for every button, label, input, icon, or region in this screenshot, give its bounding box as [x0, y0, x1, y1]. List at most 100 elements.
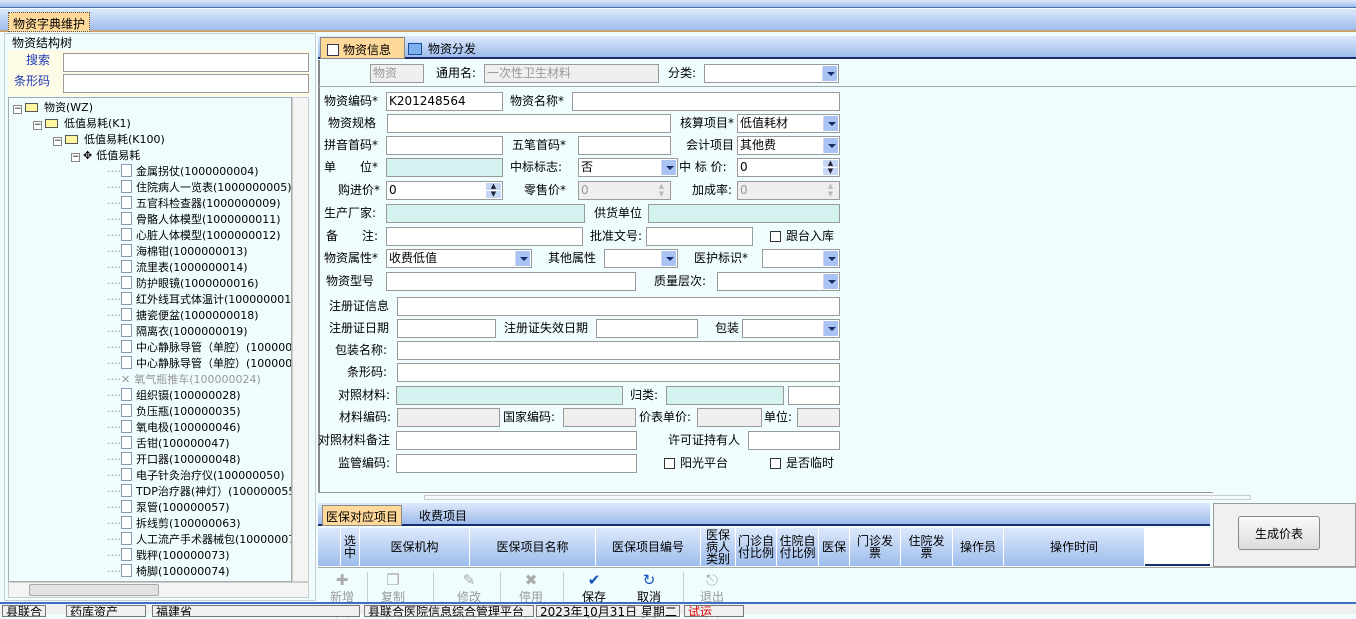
tree-node[interactable]: ···· 泵管(100000057)	[107, 500, 230, 516]
tree-node[interactable]: − 物资(WZ)	[13, 100, 93, 116]
chevron-down-icon[interactable]	[661, 251, 676, 266]
chevron-down-icon[interactable]	[823, 138, 838, 153]
column-header[interactable]: 医保病人类别	[701, 528, 736, 566]
model-field[interactable]	[386, 272, 636, 291]
tree-node[interactable]: ···· 中心静脉导管（单腔）(1000000	[107, 340, 291, 356]
ref-note-field[interactable]	[396, 431, 637, 450]
bid-flag-select[interactable]: 否	[578, 158, 678, 177]
pack-name-field[interactable]	[397, 341, 840, 360]
wubi-field[interactable]	[578, 136, 671, 155]
collapse-icon[interactable]: −	[71, 153, 80, 162]
class-extra-field[interactable]	[788, 386, 840, 405]
supplier-field[interactable]	[648, 204, 840, 223]
reg-info-field[interactable]	[397, 297, 840, 316]
temp-checkbox[interactable]	[770, 458, 781, 469]
tree-node[interactable]: ···· 海棉钳(1000000013)	[107, 244, 248, 260]
tree-node[interactable]: ···· 舌钳(100000047)	[107, 436, 230, 452]
search-input[interactable]	[63, 53, 309, 72]
generate-price-list-button[interactable]: 生成价表	[1238, 516, 1320, 550]
ref-field[interactable]	[396, 386, 623, 405]
quality-select[interactable]	[717, 272, 840, 291]
tree-node[interactable]: ···· 戥秤(100000073)	[107, 548, 230, 564]
collapse-icon[interactable]: −	[53, 137, 62, 146]
tab-material-distribute[interactable]: 物资分发	[408, 40, 476, 60]
column-header[interactable]: 医保项目编号	[596, 528, 701, 566]
tree-node[interactable]: ···· TDP治疗器(神灯）(100000055)	[107, 484, 291, 500]
class-field[interactable]	[666, 386, 784, 405]
tab-material-info[interactable]: 物资信息	[320, 37, 405, 59]
tree-node[interactable]: ···· 负压瓶(100000035)	[107, 404, 241, 420]
remark-field[interactable]	[386, 227, 583, 246]
column-header[interactable]: 医保项目名称	[470, 528, 596, 566]
column-header[interactable]: 门诊自付比例	[736, 528, 777, 566]
chevron-down-icon[interactable]	[823, 321, 838, 336]
window-tab[interactable]: 物资字典维护	[8, 12, 91, 32]
tree-node[interactable]: ···· 中心静脉导管（单腔）(1000000	[107, 356, 291, 372]
splitter[interactable]	[424, 495, 1251, 500]
column-header[interactable]: 住院自付比例	[777, 528, 819, 566]
column-header[interactable]: 住院发票	[901, 528, 953, 566]
sup-code-field[interactable]	[396, 454, 637, 473]
nurse-select[interactable]	[762, 249, 840, 268]
account-select[interactable]: 其他费	[737, 136, 840, 155]
tree-vertical-scrollbar[interactable]	[292, 97, 309, 582]
chevron-down-icon[interactable]	[823, 251, 838, 266]
sunshine-checkbox[interactable]	[664, 458, 675, 469]
chevron-down-icon[interactable]	[661, 160, 676, 175]
tree-node[interactable]: ···· 骨骼人体模型(1000000011)	[107, 212, 281, 228]
column-header[interactable]: 门诊发票	[850, 528, 901, 566]
spin-arrows-icon[interactable]: ▲ ▼	[486, 183, 501, 198]
chevron-down-icon[interactable]	[515, 251, 530, 266]
tree-node[interactable]: ···· 心脏人体模型(1000000012)	[107, 228, 281, 244]
tree-node[interactable]: ···· 住院病人一览表(1000000005)	[107, 180, 291, 196]
tree-node[interactable]: ···· 组织镊(100000028)	[107, 388, 241, 404]
pack-select[interactable]	[742, 319, 840, 338]
tree-node[interactable]: − 低值易耗(K100)	[53, 132, 165, 148]
scroll-thumb[interactable]	[29, 584, 159, 596]
other-attr-select[interactable]	[604, 249, 678, 268]
tree-node[interactable]: − ✥ 低值易耗	[71, 148, 140, 164]
tree-node[interactable]: − 低值易耗(K1)	[33, 116, 131, 132]
code-field[interactable]: K201248564	[386, 92, 503, 111]
tree-horizontal-scrollbar[interactable]	[8, 582, 309, 598]
tree-node[interactable]: ···· 氧电极(100000046)	[107, 420, 241, 436]
spin-arrows-icon[interactable]: ▲ ▼	[823, 183, 838, 198]
collapse-icon[interactable]: −	[13, 105, 22, 114]
bid-price-spinner[interactable]: 0 ▲ ▼	[737, 158, 840, 177]
barcode-field[interactable]	[397, 363, 840, 382]
tree-node[interactable]: ····✕ 氧气瓶推车(100000024)	[107, 372, 261, 388]
barcode-search-input[interactable]	[63, 74, 309, 93]
category-select[interactable]	[704, 64, 839, 83]
tree-node[interactable]: ···· 椅脚(100000074)	[107, 564, 230, 580]
tree-node[interactable]: ···· 搪瓷便盆(1000000018)	[107, 308, 259, 324]
reg-date-field[interactable]	[397, 319, 496, 338]
unit-field[interactable]	[386, 158, 503, 177]
tree-node[interactable]: ···· 金属拐仗(1000000004)	[107, 164, 259, 180]
tree-node[interactable]: ···· 开口器(100000048)	[107, 452, 241, 468]
column-header[interactable]: 选中	[341, 528, 360, 566]
column-header[interactable]: 操作时间	[1004, 528, 1145, 566]
tree-node[interactable]: ···· 人工流产手术器械包(100000072	[107, 532, 291, 548]
chevron-down-icon[interactable]	[823, 116, 838, 131]
tree-node[interactable]: ···· 拆线剪(100000063)	[107, 516, 241, 532]
spin-arrows-icon[interactable]: ▲ ▼	[823, 160, 838, 175]
tab-charge-items[interactable]: 收费项目	[419, 507, 467, 524]
maker-field[interactable]	[386, 204, 585, 223]
name-field[interactable]	[572, 92, 840, 111]
tree-node[interactable]: ···· 隔离衣(1000000019)	[107, 324, 248, 340]
collapse-icon[interactable]: −	[33, 121, 42, 130]
acct-item-select[interactable]: 低值耗材	[737, 114, 840, 133]
column-header[interactable]: 医保	[819, 528, 850, 566]
follow-checkbox[interactable]	[770, 231, 781, 242]
tree-node[interactable]: ···· 流里表(1000000014)	[107, 260, 248, 276]
spec-field[interactable]	[387, 114, 671, 133]
tree-node[interactable]: ···· 五官科检查器(1000000009)	[107, 196, 281, 212]
purchase-spinner[interactable]: 0 ▲ ▼	[386, 181, 503, 200]
tab-insurance-items[interactable]: 医保对应项目	[322, 505, 403, 526]
tree-node[interactable]: ···· 红外线耳式体温计(1000000017)	[107, 292, 291, 308]
column-header[interactable]: 操作员	[953, 528, 1004, 566]
pinyin-field[interactable]	[386, 136, 503, 155]
tree-node[interactable]: ···· 防护眼镜(1000000016)	[107, 276, 259, 292]
holder-field[interactable]	[748, 431, 840, 450]
approval-field[interactable]	[646, 227, 753, 246]
